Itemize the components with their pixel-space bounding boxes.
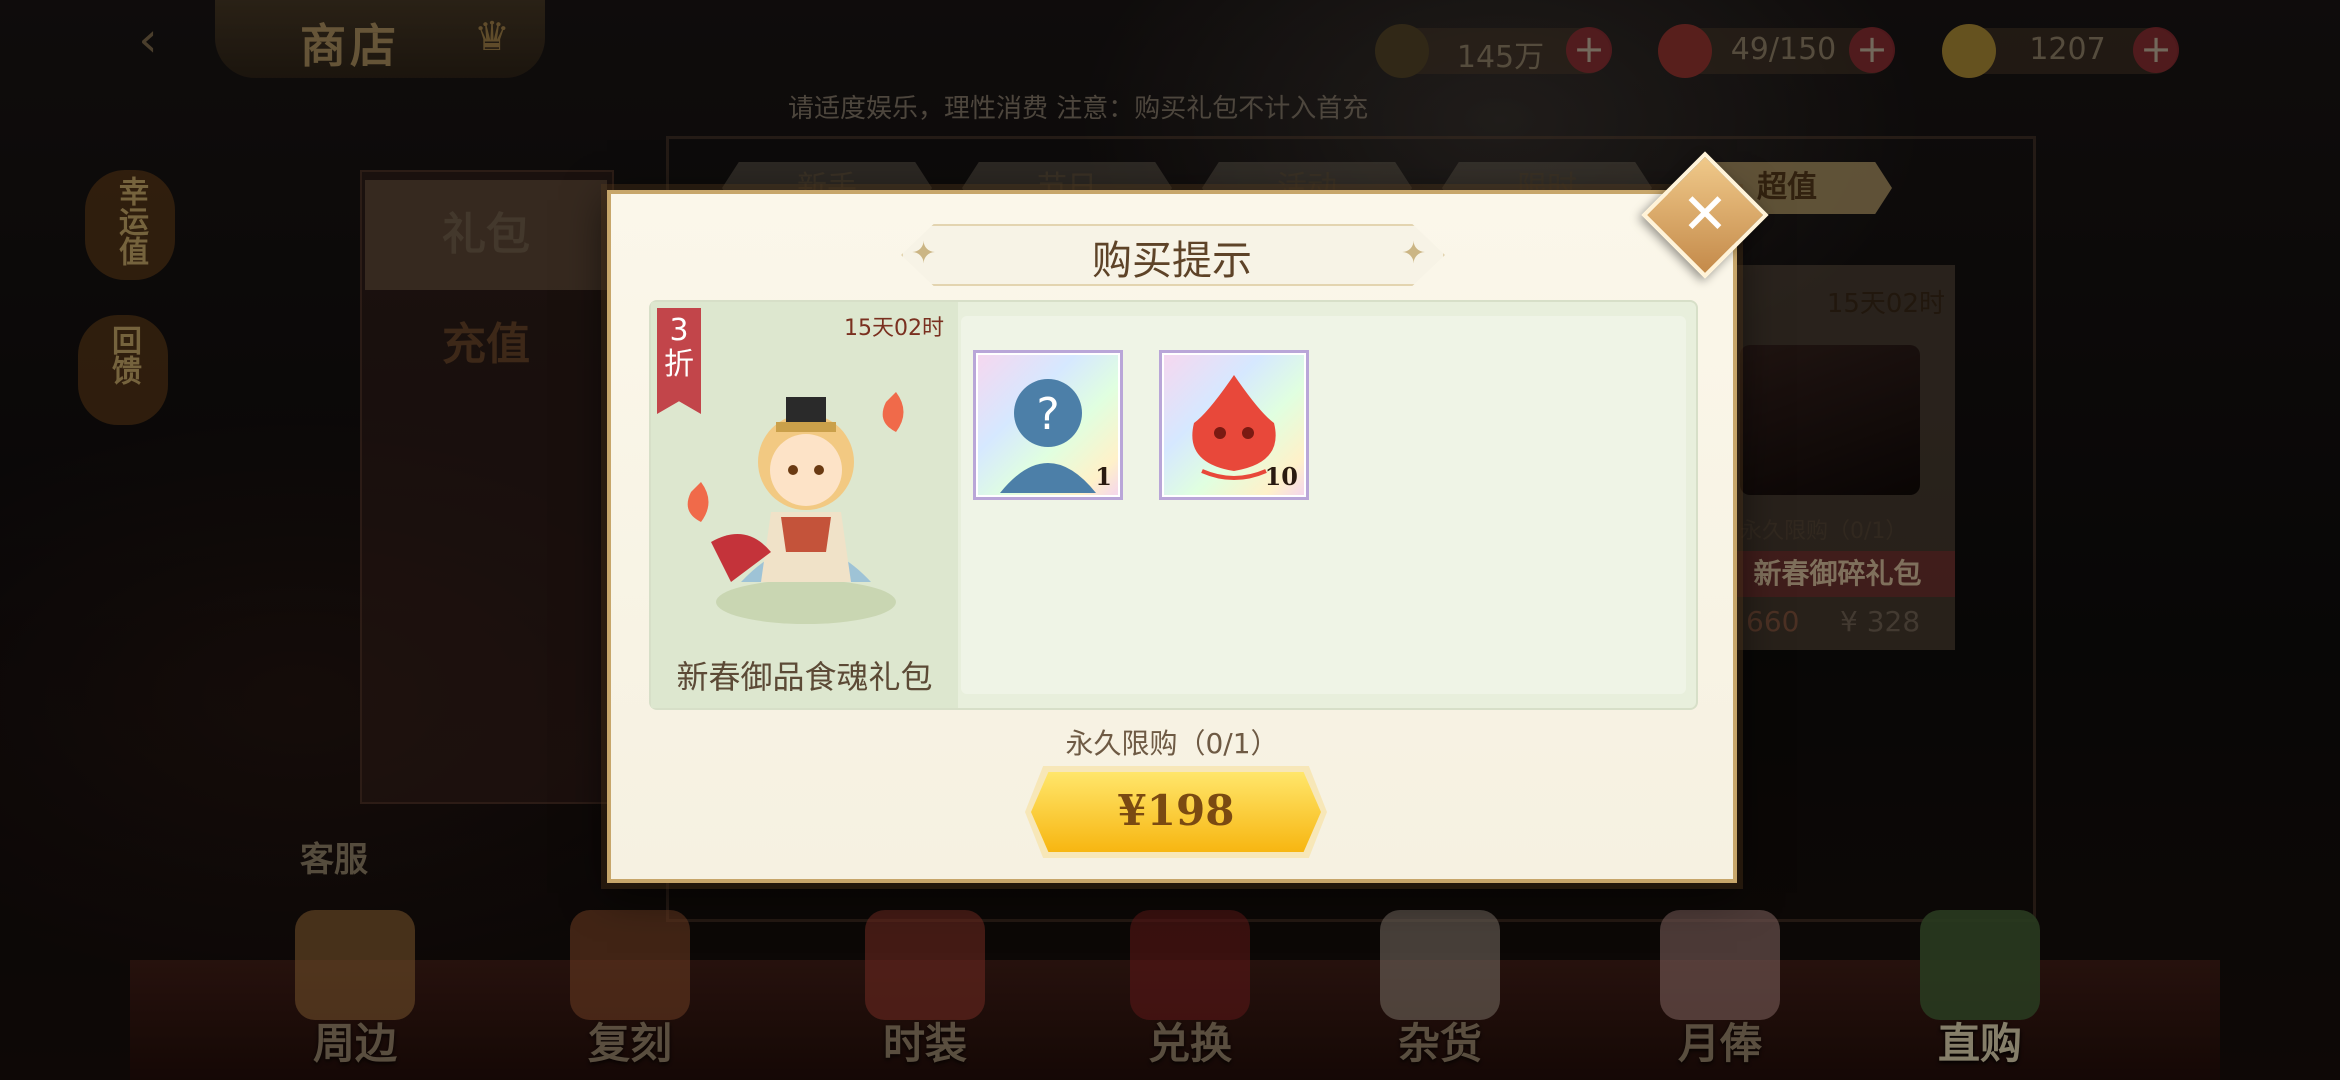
pack-content: 3 折 15天02时 新春御品食魂礼包 ? 1 10 xyxy=(649,300,1698,710)
reward-items: ? 1 10 xyxy=(961,316,1686,694)
dialog-title: 购买提示 xyxy=(1092,238,1252,284)
item-quantity: 10 xyxy=(1264,462,1298,491)
buy-price: ¥198 xyxy=(1117,786,1235,835)
purchase-limit: 永久限购（0/1） xyxy=(1065,727,1279,760)
reward-item[interactable]: 10 xyxy=(1159,350,1309,500)
pack-hero-card: 3 折 15天02时 新春御品食魂礼包 xyxy=(651,302,958,708)
buy-button[interactable]: ¥198 xyxy=(1031,772,1321,852)
discount-number: 3 xyxy=(669,313,689,348)
character-illustration-icon xyxy=(687,392,904,624)
pack-name: 新春御品食魂礼包 xyxy=(676,658,933,696)
item-quantity: 1 xyxy=(1095,462,1112,491)
purchase-dialog: ✦ ✦ 购买提示 3 折 15天02时 新春御品食魂礼包 ? 1 10 永久限购… xyxy=(607,190,1737,883)
reward-item[interactable]: ? 1 xyxy=(973,350,1123,500)
svg-text:?: ? xyxy=(1036,389,1059,440)
close-icon: ✕ xyxy=(1681,182,1729,247)
pack-timer: 15天02时 xyxy=(844,316,944,341)
